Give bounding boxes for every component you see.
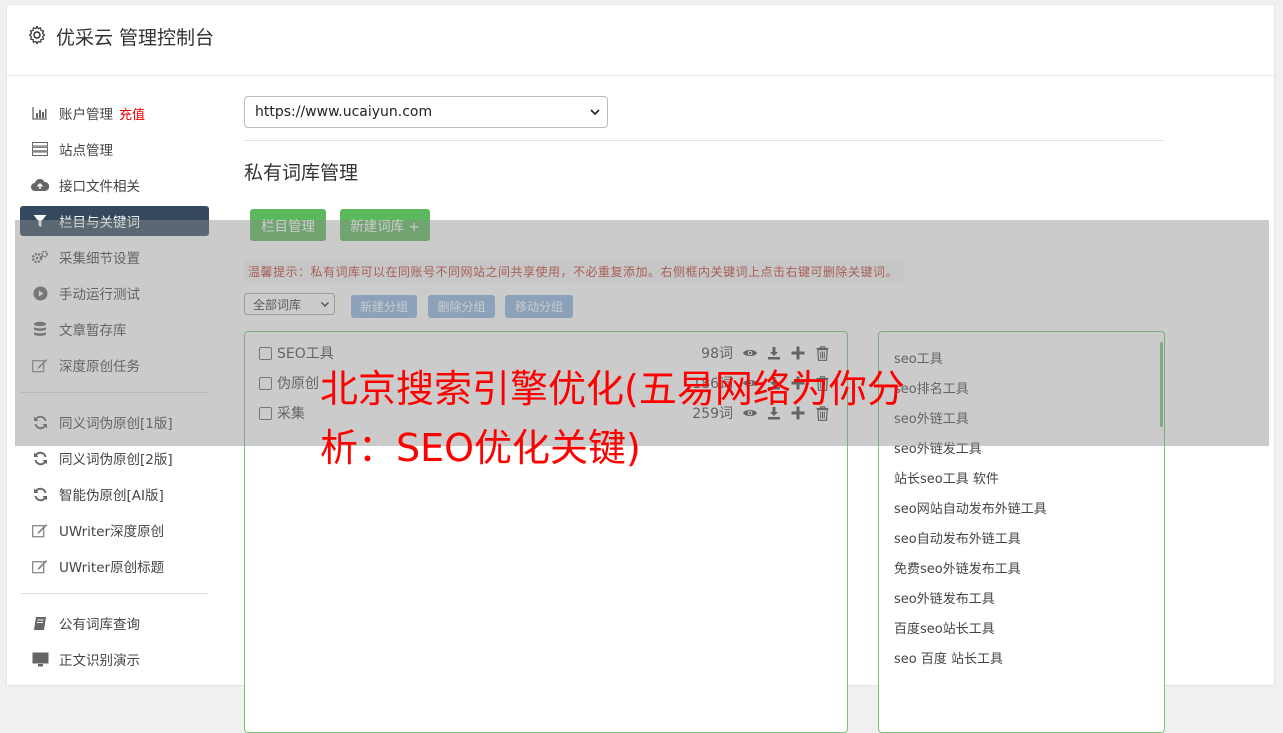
- section-title: 私有词库管理: [244, 162, 359, 184]
- sidebar-item-ai-rewrite[interactable]: 智能伪原创[AI版]: [20, 479, 209, 509]
- overlay-title: 北京搜索引擎优化(五易网络为你分析：SEO优化关键): [320, 367, 905, 470]
- sidebar-item-uwriter-title[interactable]: UWriter原创标题: [20, 551, 209, 581]
- edit-icon: [31, 522, 49, 538]
- keyword-item[interactable]: seo网站自动发布外链工具: [894, 497, 1047, 517]
- refresh-icon: [31, 450, 49, 466]
- sidebar-item-label: UWriter深度原创: [59, 524, 165, 540]
- bar-chart-icon: [31, 105, 49, 121]
- refresh-icon: [31, 486, 49, 502]
- sidebar-item-sites[interactable]: 站点管理: [20, 134, 209, 164]
- sidebar-item-public-lexicon[interactable]: 公有词库查询: [20, 608, 209, 638]
- keyword-item[interactable]: seo外链发布工具: [894, 587, 995, 607]
- sidebar-item-synonym-v2[interactable]: 同义词伪原创[2版]: [20, 443, 209, 473]
- sidebar-item-account[interactable]: 账户管理 充值: [20, 98, 209, 128]
- site-select[interactable]: https://www.ucaiyun.com: [244, 96, 608, 128]
- keyword-item[interactable]: 百度seo站长工具: [894, 617, 995, 637]
- cloud-upload-icon: [31, 177, 49, 193]
- sidebar-item-label: 智能伪原创[AI版]: [59, 488, 164, 504]
- gear-icon: [28, 25, 46, 45]
- sidebar-item-uwriter-original[interactable]: UWriter深度原创: [20, 515, 209, 545]
- sidebar-item-label: 正文识别演示: [59, 653, 140, 669]
- sidebar-item-label: 接口文件相关: [59, 179, 140, 195]
- sidebar-item-label: 账户管理: [59, 107, 113, 123]
- sidebar-item-label: UWriter原创标题: [59, 560, 165, 576]
- keyword-item[interactable]: seo自动发布外链工具: [894, 527, 1021, 547]
- keyword-item[interactable]: seo 百度 站长工具: [894, 647, 1003, 667]
- sidebar-divider: [20, 593, 209, 594]
- page-title: 优采云 管理控制台: [56, 27, 215, 49]
- sidebar-item-interface-files[interactable]: 接口文件相关: [20, 170, 209, 200]
- server-icon: [31, 141, 49, 157]
- edit-icon: [31, 558, 49, 574]
- site-select-value: https://www.ucaiyun.com: [255, 104, 433, 120]
- recharge-link[interactable]: 充值: [119, 104, 145, 123]
- header: 优采云 管理控制台: [7, 5, 1274, 76]
- keyword-item[interactable]: 免费seo外链发布工具: [894, 557, 1021, 577]
- book-icon: [31, 615, 49, 631]
- divider: [244, 140, 1164, 141]
- sidebar-item-body-recognition[interactable]: 正文识别演示: [20, 644, 209, 674]
- sidebar-item-label: 站点管理: [59, 143, 113, 159]
- sidebar-item-label: 公有词库查询: [59, 617, 140, 633]
- sidebar-item-label: 同义词伪原创[2版]: [59, 452, 173, 468]
- chevron-down-icon: [590, 109, 600, 116]
- monitor-icon: [31, 651, 49, 667]
